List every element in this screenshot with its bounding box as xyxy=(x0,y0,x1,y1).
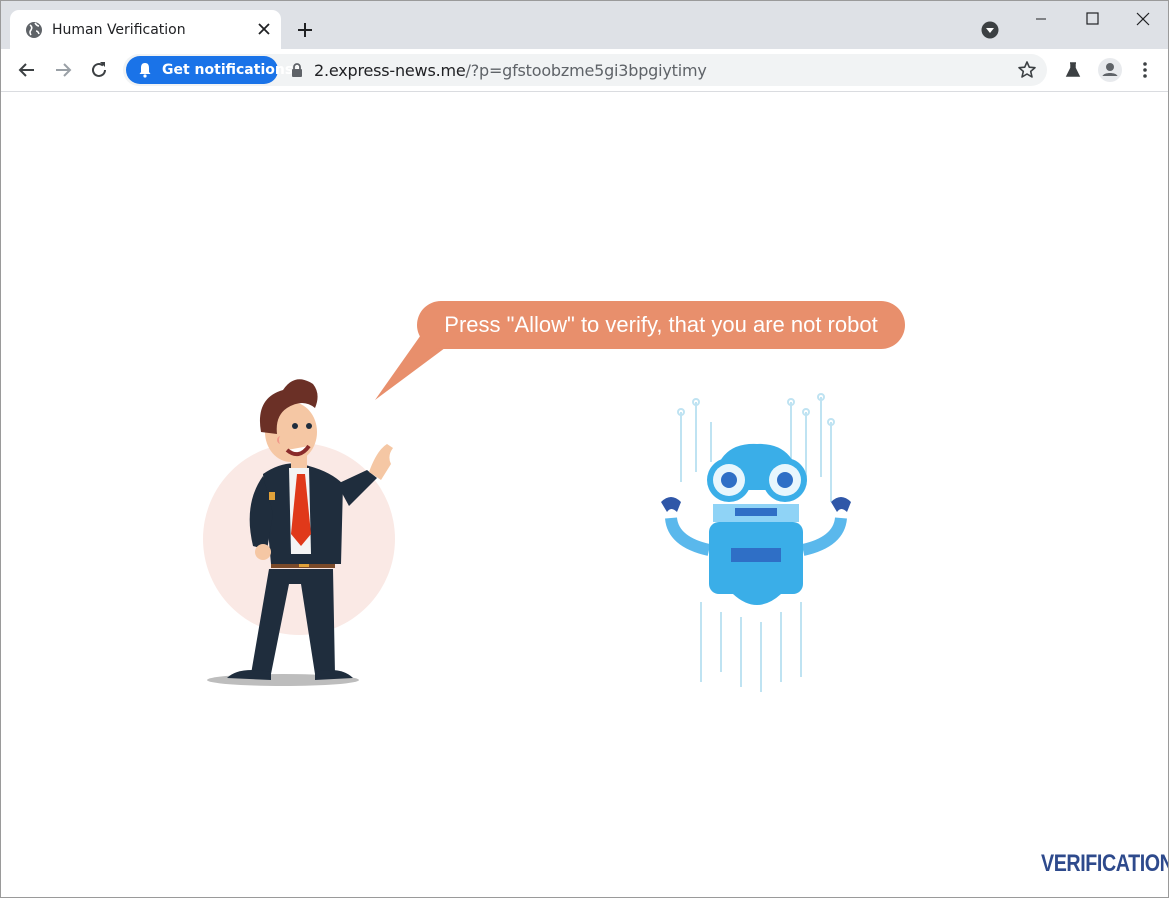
tab-active[interactable]: Human Verification xyxy=(10,10,281,49)
robot-illustration xyxy=(661,393,851,692)
star-icon[interactable] xyxy=(1017,60,1037,80)
labs-icon[interactable] xyxy=(1063,60,1083,80)
browser-window: Human Verification Get notifications? 2.… xyxy=(0,0,1169,898)
tab-title: Human Verification xyxy=(52,22,186,38)
page-content: Press "Allow" to verify, that you are no… xyxy=(1,92,1169,897)
minimize-icon[interactable] xyxy=(1018,9,1064,33)
back-icon[interactable] xyxy=(17,60,37,80)
notification-chip-label: Get notifications? xyxy=(162,62,302,78)
brand-logo: VERIFICATION xyxy=(1041,850,1169,877)
lock-icon[interactable] xyxy=(290,62,304,78)
bell-icon xyxy=(139,63,151,78)
address-bar[interactable]: Get notifications? 2.express-news.me/?p=… xyxy=(123,54,1047,86)
businessman-illustration xyxy=(203,379,395,686)
close-icon[interactable] xyxy=(1120,9,1166,33)
chevron-down-icon[interactable] xyxy=(981,21,999,39)
reload-icon[interactable] xyxy=(89,60,109,80)
url-host: 2.express-news.me xyxy=(314,61,466,80)
url-text[interactable]: 2.express-news.me/?p=gfstoobzme5gi3bpgiy… xyxy=(314,61,707,80)
globe-icon xyxy=(26,22,42,38)
notification-permission-chip[interactable]: Get notifications? xyxy=(126,56,301,84)
menu-icon[interactable] xyxy=(1135,60,1155,80)
url-path: /?p=gfstoobzme5gi3bpgiytimy xyxy=(465,61,707,80)
account-icon[interactable] xyxy=(1098,58,1122,82)
close-icon[interactable] xyxy=(255,20,273,38)
maximize-icon[interactable] xyxy=(1069,9,1115,33)
forward-icon[interactable] xyxy=(53,60,73,80)
browser-toolbar: Get notifications? 2.express-news.me/?p=… xyxy=(1,49,1168,92)
plus-icon[interactable] xyxy=(295,20,315,40)
speech-bubble: Press "Allow" to verify, that you are no… xyxy=(417,301,905,349)
speech-bubble-text: Press "Allow" to verify, that you are no… xyxy=(444,312,878,337)
tab-strip: Human Verification xyxy=(1,1,1168,49)
